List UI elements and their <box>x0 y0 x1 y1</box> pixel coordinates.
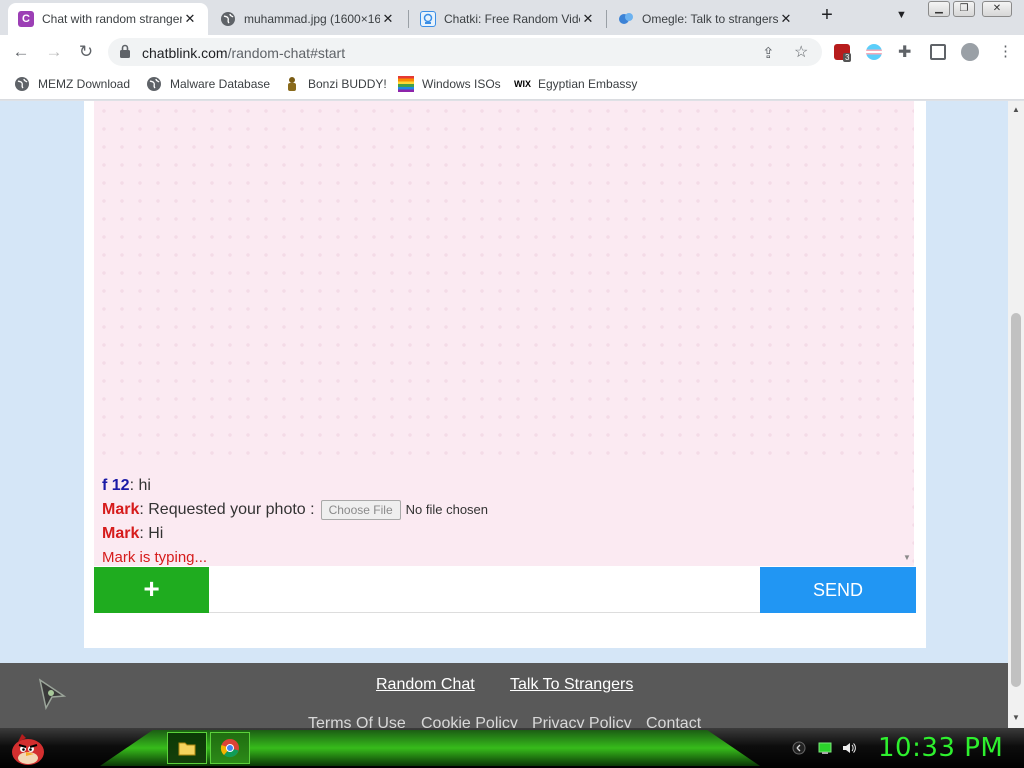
url-text: chatblink.com/random-chat#start <box>142 45 345 61</box>
scrollbar-thumb[interactable] <box>1011 313 1021 687</box>
file-status-text: No file chosen <box>405 502 489 517</box>
scroll-down-arrow-icon[interactable]: ▼ <box>1012 713 1020 722</box>
add-attachment-button[interactable]: + <box>94 567 209 613</box>
tab-title: Chatki: Free Random Video Chat <box>444 12 580 26</box>
network-icon[interactable] <box>818 741 832 755</box>
close-window-icon[interactable]: ✕ <box>982 1 1012 17</box>
restore-window-icon[interactable]: ❐ <box>953 1 975 17</box>
bookmark-malware-database[interactable]: Malware Database <box>146 76 270 92</box>
reload-icon[interactable]: ↻ <box>75 41 97 63</box>
footer-link-terms-of-use[interactable]: Terms Of Use <box>308 715 406 728</box>
taskbar-chrome-button[interactable] <box>210 732 250 764</box>
composer-row: + SEND <box>94 567 916 613</box>
scroll-up-arrow-icon[interactable]: ▲ <box>1012 105 1020 114</box>
tab-omegle[interactable]: Omegle: Talk to strangers! ✕ <box>608 3 804 35</box>
tab-divider <box>408 10 409 28</box>
tab-chatki[interactable]: Chatki: Free Random Video Chat ✕ <box>410 3 606 35</box>
site-footer: Random Chat Talk To Strangers Terms Of U… <box>0 663 1008 728</box>
wix-icon: WIX <box>514 79 531 89</box>
browser-menu-icon[interactable]: ⋮ <box>998 42 1013 60</box>
folder-icon <box>178 742 196 756</box>
lock-icon <box>120 44 130 58</box>
forward-arrow-icon[interactable]: → <box>43 41 65 63</box>
globe-icon <box>220 11 236 27</box>
tab-muhammad-jpg[interactable]: muhammad.jpg (1600×1600) ✕ <box>210 3 406 35</box>
ublock-origin-icon[interactable]: 3 <box>834 44 852 62</box>
taskbar-file-explorer-button[interactable] <box>167 732 207 764</box>
share-icon[interactable]: ⇪ <box>762 44 775 62</box>
side-panel-icon[interactable] <box>930 44 946 60</box>
extension-badge-count: 3 <box>843 53 852 62</box>
message-text: : Hi <box>139 525 164 542</box>
taskbar-clock[interactable]: 10:33 PM <box>878 733 1003 763</box>
chatblink-icon: C <box>18 11 34 27</box>
angry-bird-start-icon[interactable] <box>8 730 48 766</box>
message-text: : hi <box>129 477 151 494</box>
message-input[interactable] <box>209 567 760 613</box>
footer-link-cookie-policy[interactable]: Cookie Policy <box>421 715 518 728</box>
volume-icon[interactable] <box>842 741 856 755</box>
bookmark-windows-isos[interactable]: Windows ISOs <box>398 76 501 92</box>
windows-logo-icon <box>398 76 414 92</box>
close-tab-icon[interactable]: ✕ <box>778 11 794 27</box>
minimize-window-icon[interactable]: ▁ <box>928 1 950 17</box>
bookmark-memz-download[interactable]: MEMZ Download <box>14 76 130 92</box>
bookmark-label: Windows ISOs <box>422 77 501 91</box>
chrome-icon <box>220 739 239 758</box>
profile-avatar-icon[interactable] <box>961 43 979 61</box>
url-path: /random-chat#start <box>227 45 346 61</box>
bookmark-label: Bonzi BUDDY! <box>308 77 387 91</box>
globe-icon <box>146 76 162 92</box>
footer-link-privacy-policy[interactable]: Privacy Policy <box>532 715 632 728</box>
message-text: : Requested your photo : <box>139 501 315 518</box>
new-tab-icon[interactable]: + <box>816 5 838 27</box>
address-bar[interactable]: chatblink.com/random-chat#start ⇪ ☆ <box>108 38 822 66</box>
chatki-icon <box>420 11 436 27</box>
tab-title: Chat with random strangers <box>42 12 182 26</box>
show-hidden-icons-icon[interactable] <box>792 741 806 755</box>
browser-toolbar: ← → ↻ chatblink.com/random-chat#start ⇪ … <box>0 35 1024 69</box>
close-tab-icon[interactable]: ✕ <box>182 11 198 27</box>
send-button[interactable]: SEND <box>760 567 916 613</box>
bookmark-label: Egyptian Embassy <box>538 77 638 91</box>
tab-strip: C Chat with random strangers ✕ muhammad.… <box>0 0 1024 35</box>
chat-message: f 12 : hi <box>102 474 906 498</box>
tab-chat-with-random-strangers[interactable]: C Chat with random strangers ✕ <box>8 3 208 35</box>
bonzi-icon <box>284 76 300 92</box>
footer-link-random-chat[interactable]: Random Chat <box>376 676 475 694</box>
bookmark-bonzi-buddy[interactable]: Bonzi BUDDY! <box>284 76 387 92</box>
extensions-puzzle-icon[interactable]: ✚ <box>898 42 911 62</box>
taskbar: 10:33 PM <box>0 728 1024 768</box>
tab-title: muhammad.jpg (1600×1600) <box>244 12 380 26</box>
footer-link-contact[interactable]: Contact <box>646 715 701 728</box>
globe-icon <box>14 76 30 92</box>
mouse-cursor-icon <box>38 678 67 710</box>
url-host: chatblink.com <box>142 45 228 61</box>
page-scrollbar[interactable]: ▲ ▼ <box>1008 101 1024 728</box>
flag-extension-icon[interactable] <box>866 44 882 60</box>
bookmark-label: MEMZ Download <box>38 77 131 91</box>
bookmark-star-icon[interactable]: ☆ <box>794 42 808 62</box>
tab-search-chevron-icon[interactable]: ▼ <box>896 9 907 21</box>
chat-messages: f 12 : hi Mark : Requested your photo : … <box>94 466 906 566</box>
bookmarks-bar: MEMZ Download Malware Database Bonzi BUD… <box>0 69 1024 100</box>
bookmark-label: Malware Database <box>170 77 271 91</box>
message-sender-stranger: Mark <box>102 501 140 518</box>
message-sender-stranger: Mark <box>102 525 140 542</box>
chat-message: Mark : Requested your photo : Choose Fil… <box>102 498 906 522</box>
tab-divider <box>606 10 607 28</box>
back-arrow-icon[interactable]: ← <box>10 41 32 63</box>
chat-message: Mark : Hi <box>102 522 906 546</box>
close-tab-icon[interactable]: ✕ <box>380 11 396 27</box>
footer-link-talk-to-strangers[interactable]: Talk To Strangers <box>510 676 633 694</box>
omegle-icon <box>618 11 634 27</box>
bookmark-egyptian-embassy[interactable]: WIX Egyptian Embassy <box>514 76 637 92</box>
choose-file-button[interactable]: Choose File <box>320 500 401 520</box>
tab-title: Omegle: Talk to strangers! <box>642 12 778 26</box>
message-sender-me: f 12 <box>102 477 130 494</box>
close-tab-icon[interactable]: ✕ <box>580 11 596 27</box>
page-viewport: f 12 : hi Mark : Requested your photo : … <box>0 101 1008 728</box>
chat-scroll-down-icon[interactable]: ▼ <box>903 553 911 562</box>
